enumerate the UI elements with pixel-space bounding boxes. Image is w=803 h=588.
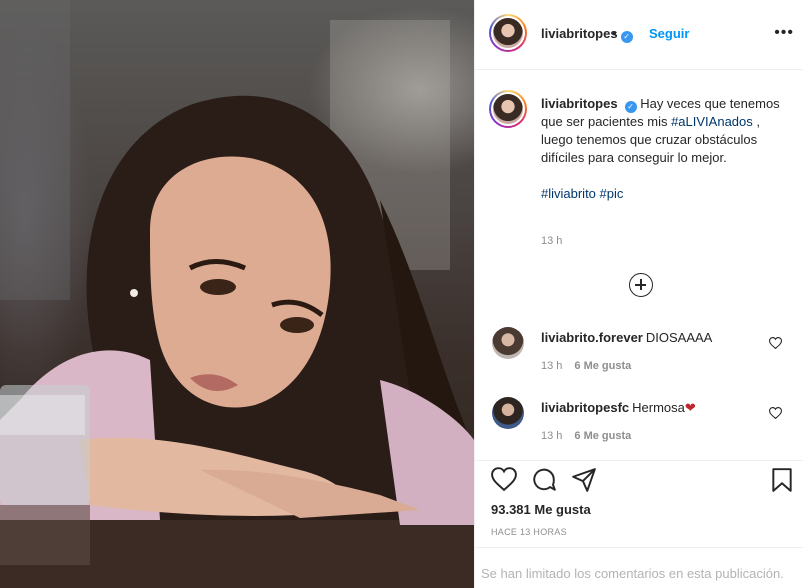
verified-badge-icon: ✓ <box>624 101 637 113</box>
verified-badge-icon: ✓ <box>620 31 633 43</box>
comment-time[interactable]: 13 h <box>541 360 562 372</box>
comments-area[interactable]: liviabritopes ✓ Hay veces que tenemos que… <box>475 71 803 460</box>
hashtag-alivianados[interactable]: #aLIVIAnados <box>671 114 753 129</box>
caption-username[interactable]: liviabritopes <box>541 96 618 111</box>
author-username-row[interactable]: liviabritopes ✓ <box>541 26 633 43</box>
comment-item: liviabrito.forever DIOSAAAA 13 h 6 Me gust… <box>475 327 803 387</box>
hashtag-liviabrito[interactable]: #liviabrito <box>541 186 596 201</box>
post-header: liviabritopes ✓ • Seguir ••• <box>475 0 803 70</box>
commenter-avatar[interactable] <box>492 327 524 359</box>
heart-icon[interactable] <box>769 337 782 349</box>
hashtag-pic[interactable]: #pic <box>600 186 624 201</box>
comments-limited-notice: Se han limitado los comentarios en esta … <box>475 547 803 588</box>
comment-body: Hermosa❤ <box>632 400 696 415</box>
post-side-panel: liviabritopes ✓ • Seguir ••• liviabritope… <box>474 0 803 588</box>
comment-icon[interactable] <box>531 467 557 493</box>
more-options-icon[interactable]: ••• <box>774 24 794 42</box>
post-photo-illustration <box>0 0 474 588</box>
heart-icon[interactable] <box>491 467 517 491</box>
author-avatar[interactable] <box>489 14 527 52</box>
comment-meta: 13 h 6 Me gusta <box>541 430 631 442</box>
bookmark-icon[interactable] <box>771 467 793 493</box>
commenter-avatar[interactable] <box>492 397 524 429</box>
comment-text: liviabritopesfc Hermosa❤ <box>541 400 696 416</box>
likes-count[interactable]: 93.381 Me gusta <box>491 502 591 517</box>
comment-text: liviabrito.forever DIOSAAAA <box>541 330 712 345</box>
post-timestamp[interactable]: HACE 13 HORAS <box>491 527 567 537</box>
post-photo[interactable] <box>0 0 474 588</box>
caption-hashtags: #liviabrito #pic <box>541 185 791 203</box>
author-username[interactable]: liviabritopes <box>541 26 618 41</box>
post-caption: liviabritopes ✓ Hay veces que tenemos que… <box>541 95 791 203</box>
commenter-username[interactable]: liviabrito.forever <box>541 330 643 345</box>
comment-time[interactable]: 13 h <box>541 430 562 442</box>
comment-body: DIOSAAAA <box>645 330 713 345</box>
comment-likes[interactable]: 6 Me gusta <box>574 430 631 442</box>
caption-timestamp[interactable]: 13 h <box>541 235 562 247</box>
header-separator: • <box>612 26 617 41</box>
heart-icon[interactable] <box>769 407 782 419</box>
follow-button[interactable]: Seguir <box>649 26 689 41</box>
post-actions: 93.381 Me gusta HACE 13 HORAS Se han lim… <box>475 460 803 588</box>
caption-author-avatar[interactable] <box>489 90 527 128</box>
load-more-comments-icon[interactable] <box>629 273 653 297</box>
share-icon[interactable] <box>571 467 597 493</box>
comment-item: liviabritopesfc Hermosa❤ 13 h 6 Me gusta <box>475 397 803 457</box>
commenter-username[interactable]: liviabritopesfc <box>541 400 629 415</box>
comment-likes[interactable]: 6 Me gusta <box>574 360 631 372</box>
comment-meta: 13 h 6 Me gusta <box>541 360 631 372</box>
